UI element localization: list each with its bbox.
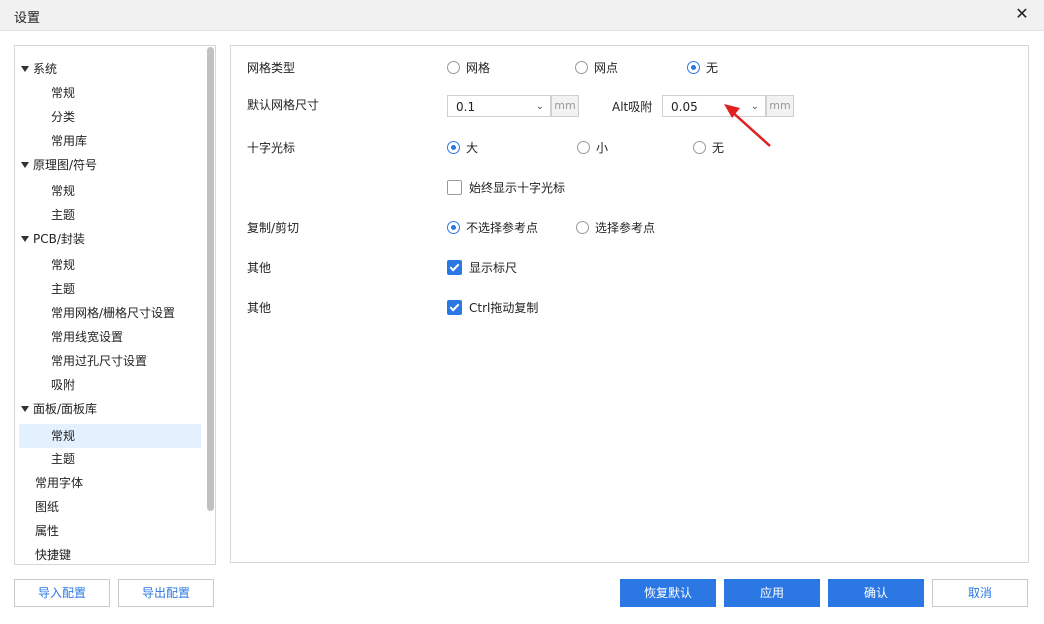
copy-cut-label: 复制/剪切 [247,221,300,235]
tree-item-label: 主题 [51,208,76,222]
tree-item-schematic[interactable]: 原理图/符号 [21,153,201,177]
tree-item-label: 主题 [51,282,76,296]
tree-item-label: 常用网格/栅格尺寸设置 [51,306,176,320]
copy-ref-radio[interactable]: 选择参考点 [576,219,655,236]
tree-item-pcb-general[interactable]: 常规 [51,253,75,277]
caret-down-icon[interactable] [21,65,29,72]
apply-button[interactable]: 应用 [724,579,820,607]
tree-item-panel-general[interactable]: 常规 [19,424,201,448]
tree-item-label: 主题 [51,452,76,466]
grid-type-grid-radio[interactable]: 网格 [447,59,490,76]
tree-item-label: 属性 [35,524,60,538]
tree-item-label: PCB/封装 [33,232,85,246]
crosshair-small-radio[interactable]: 小 [577,139,608,156]
annotation-arrow-icon [724,104,771,147]
export-config-button[interactable]: 导出配置 [118,579,214,607]
tree-item-system[interactable]: 系统 [21,57,201,81]
tree-item-pcb-via-size[interactable]: 常用过孔尺寸设置 [51,349,147,373]
tree-item-properties[interactable]: 属性 [35,519,59,543]
tree-item-label: 常规 [51,258,76,272]
grid-type-none-radio[interactable]: 无 [687,59,718,76]
restore-defaults-button[interactable]: 恢复默认 [620,579,716,607]
tree-item-pcb-line-width[interactable]: 常用线宽设置 [51,325,123,349]
tree-item-label: 原理图/符号 [33,158,98,172]
grid-type-dot-radio[interactable]: 网点 [575,59,618,76]
other-label-2: 其他 [247,301,272,315]
tree-item-label: 常用线宽设置 [51,330,124,344]
chevron-down-icon: ⌄ [535,101,544,112]
tree-item-panel-theme[interactable]: 主题 [51,447,75,471]
close-icon[interactable]: ✕ [1012,4,1032,24]
copy-no-ref-radio[interactable]: 不选择参考点 [447,219,538,236]
tree-item-schematic-general[interactable]: 常规 [51,179,75,203]
title-bar: 设置 ✕ [0,0,1044,31]
tree-item-label: 常规 [51,86,76,100]
tree-item-label: 吸附 [51,378,76,392]
tree-item-label: 常用过孔尺寸设置 [51,354,148,368]
grid-size-select[interactable]: 0.1 ⌄ [447,95,551,117]
tree-scrollbar[interactable] [207,47,214,511]
tree-item-system-general[interactable]: 常规 [51,81,75,105]
caret-down-icon[interactable] [21,161,29,168]
tree-item-label: 图纸 [35,500,60,514]
tree-item-pcb-grid-size[interactable]: 常用网格/栅格尺寸设置 [51,301,175,325]
grid-size-label: 默认网格尺寸 [247,98,320,112]
tree-item-sheet[interactable]: 图纸 [35,495,59,519]
tree-item-label: 常用库 [51,134,88,148]
tree-item-shortcuts[interactable]: 快捷键 [35,543,72,564]
tree-item-system-library[interactable]: 常用库 [51,129,87,153]
tree-item-system-category[interactable]: 分类 [51,105,75,129]
other-label: 其他 [247,261,272,275]
confirm-button[interactable]: 确认 [828,579,924,607]
grid-size-unit: mm [551,95,579,117]
tree-item-label: 快捷键 [35,548,72,562]
caret-down-icon[interactable] [21,235,29,242]
tree-item-pcb[interactable]: PCB/封装 [21,227,201,251]
show-ruler-checkbox[interactable]: 显示标尺 [447,259,517,276]
window-title: 设置 [14,11,41,26]
tree-item-panel[interactable]: 面板/面板库 [21,397,201,421]
ctrl-drag-copy-checkbox[interactable]: Ctrl拖动复制 [447,299,538,316]
settings-tree: 系统 常规 分类 常用库 原理图/符号 常规 主题 PCB/封装 常规 主题 常… [14,45,216,565]
tree-item-fonts[interactable]: 常用字体 [35,471,83,495]
tree-item-label: 常规 [51,429,76,443]
tree-item-label: 面板/面板库 [33,402,98,416]
always-show-crosshair-checkbox[interactable]: 始终显示十字光标 [447,179,565,196]
crosshair-label: 十字光标 [247,141,296,155]
cancel-button[interactable]: 取消 [932,579,1028,607]
settings-panel: 网格类型 网格 网点 无 默认网格尺寸 0.1 ⌄ mm Alt吸附 0.05 ⌄ … [230,45,1029,563]
alt-snap-label: Alt吸附 [612,100,653,114]
tree-item-label: 常用字体 [35,476,84,490]
tree-item-pcb-snap[interactable]: 吸附 [51,373,75,397]
caret-down-icon[interactable] [21,405,29,412]
tree-item-label: 分类 [51,110,76,124]
tree-item-schematic-theme[interactable]: 主题 [51,203,75,227]
tree-item-label: 系统 [33,62,58,76]
crosshair-large-radio[interactable]: 大 [447,139,478,156]
tree-item-label: 常规 [51,184,76,198]
import-config-button[interactable]: 导入配置 [14,579,110,607]
grid-type-label: 网格类型 [247,61,296,75]
tree-item-pcb-theme[interactable]: 主题 [51,277,75,301]
